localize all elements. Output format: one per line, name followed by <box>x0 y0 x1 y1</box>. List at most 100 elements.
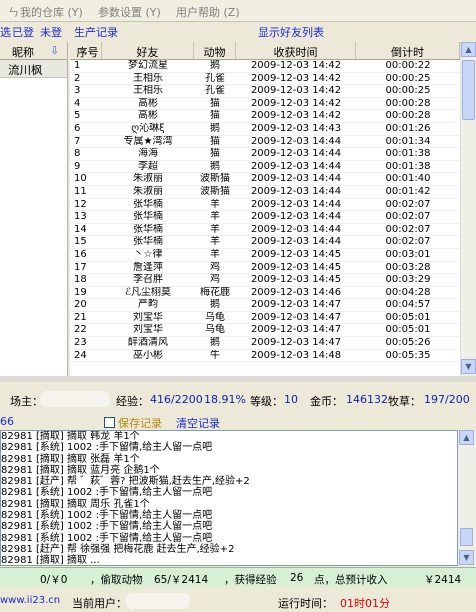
log-scroll-up-icon[interactable]: ▲ <box>459 430 474 445</box>
cell-index: 8 <box>74 148 81 160</box>
clear-records-link[interactable]: 清空记录 <box>176 415 220 431</box>
cell-index: 4 <box>74 97 81 109</box>
cell-index: 2 <box>74 72 81 84</box>
cell-harvest-time: 2009-12-03 14:47 <box>250 337 342 349</box>
cell-animal: 鹅 <box>210 122 220 134</box>
cell-index: 21 <box>74 311 87 323</box>
nickname-header[interactable]: 昵称 ⇩ <box>0 42 67 60</box>
sort-down-arrow-icon[interactable]: ⇩ <box>50 44 59 57</box>
log-line: 82981 [摘取] 摘取 张磊 羊1个 <box>1 453 140 465</box>
menu-item-help[interactable]: 用户帮助 (Z) <box>176 4 240 20</box>
filter-not-logged-in[interactable]: 未登 <box>40 24 62 40</box>
stats-e: 26 <box>290 572 304 584</box>
cell-harvest-time: 2009-12-03 14:45 <box>250 248 342 260</box>
scroll-thumb[interactable] <box>462 60 475 120</box>
col-animal-header[interactable]: 动物 <box>194 42 236 59</box>
status-bar: 场主： 经验： 416/2200 18.91% 等级： 10 金币： 14613… <box>0 384 476 414</box>
table-row[interactable]: 17 詹逢萍 鸡 2009-12-03 14:45 00:03:28 <box>70 262 460 275</box>
filter-logged-in[interactable]: 已登 <box>12 24 34 40</box>
cell-harvest-time: 2009-12-03 14:44 <box>250 211 342 223</box>
log-scrollbar[interactable]: ▲ ▼ <box>458 430 476 566</box>
table-row[interactable]: 2 王相乐 孔雀 2009-12-03 14:42 00:00:25 <box>70 73 460 86</box>
production-records-link[interactable]: 生产记录 <box>74 24 118 40</box>
menu-item-warehouse[interactable]: 我的仓库 (Y) <box>20 4 83 20</box>
site-url[interactable]: www.ii23.cn <box>0 595 60 606</box>
filter-select[interactable]: 选 <box>0 24 11 40</box>
menu-item-unknown[interactable]: ㄣ <box>8 4 19 20</box>
cell-friend: 王相乐 <box>133 72 163 84</box>
cell-index: 16 <box>74 248 87 260</box>
cell-friend: 张华楠 <box>133 223 163 235</box>
save-records-label[interactable]: 保存记录 <box>118 415 162 431</box>
friends-list-title[interactable]: 显示好友列表 <box>258 24 324 40</box>
log-scroll-down-icon[interactable]: ▼ <box>459 550 474 565</box>
cell-animal: 孔雀 <box>205 72 225 84</box>
table-row[interactable]: 16 丶☆律 羊 2009-12-03 14:45 00:03:01 <box>70 249 460 262</box>
table-row[interactable]: 5 高彬 猫 2009-12-03 14:42 00:00:28 <box>70 110 460 123</box>
col-friend-header[interactable]: 好友 <box>102 42 194 59</box>
table-row[interactable]: 3 王相乐 孔雀 2009-12-03 14:42 00:00:25 <box>70 85 460 98</box>
cell-index: 11 <box>74 185 87 197</box>
cell-countdown: 00:01:34 <box>385 135 431 147</box>
cell-harvest-time: 2009-12-03 14:44 <box>250 223 342 235</box>
cell-countdown: 00:05:35 <box>385 349 431 361</box>
table-row[interactable]: 9 李超 鹅 2009-12-03 14:44 00:01:38 <box>70 161 460 174</box>
table-row[interactable]: 14 张华楠 羊 2009-12-03 14:44 00:02:07 <box>70 224 460 237</box>
table-row[interactable]: 7 专属★湾湾 猫 2009-12-03 14:44 00:01:34 <box>70 136 460 149</box>
gold-value: 146132 <box>346 393 388 406</box>
cell-countdown: 00:05:26 <box>385 337 431 349</box>
cell-index: 6 <box>74 122 81 134</box>
gold-label: 金币： <box>310 395 343 408</box>
log-line: 82981 [系统] 1002 :手下留情,给主人留一点吧 <box>1 510 213 522</box>
scroll-up-icon[interactable]: ▲ <box>461 42 476 57</box>
cell-friend: 醉酒清风 <box>128 337 168 349</box>
table-row[interactable]: 8 海海 猫 2009-12-03 14:44 00:01:38 <box>70 148 460 161</box>
table-row[interactable]: 13 张华楠 羊 2009-12-03 14:44 00:02:07 <box>70 211 460 224</box>
table-row[interactable]: 15 张华楠 羊 2009-12-03 14:44 00:02:07 <box>70 236 460 249</box>
cell-animal: 鹅 <box>210 160 220 172</box>
table-row[interactable]: 18 李召胖 鸡 2009-12-03 14:45 00:03:29 <box>70 274 460 287</box>
cell-animal: 乌龟 <box>205 311 225 323</box>
table-row[interactable]: 22 刘宝华 乌龟 2009-12-03 14:47 00:05:01 <box>70 324 460 338</box>
table-row[interactable]: 11 朱淑丽 波斯猫 2009-12-03 14:44 00:01:42 <box>70 186 460 199</box>
exp-value: 416/2200 <box>150 393 203 406</box>
activity-log[interactable]: 82981 [摘取] 摘取 韩龙 羊1个 82981 [系统] 1002 :手下留… <box>0 430 458 566</box>
stats-a: 0/￥0 <box>40 574 68 586</box>
cell-countdown: 00:01:26 <box>385 122 431 134</box>
table-row[interactable]: 21 刘宝华 乌龟 2009-12-03 14:47 00:05:01 <box>70 312 460 325</box>
cell-index: 23 <box>74 337 87 349</box>
table-row[interactable]: 12 张华楠 羊 2009-12-03 14:44 00:02:07 <box>70 199 460 212</box>
grid-horizontal-scrollbar[interactable] <box>0 376 476 382</box>
cell-animal: 鹅 <box>210 299 220 311</box>
table-row[interactable]: 19 ℰ凡尘栩莫 梅花鹿 2009-12-03 14:46 00:04:28 <box>70 287 460 300</box>
log-scroll-thumb[interactable] <box>460 528 473 546</box>
scroll-down-icon[interactable]: ▼ <box>461 359 476 374</box>
table-row[interactable]: 1 梦幻流星 鹅 2009-12-03 14:42 00:00:22 <box>70 60 460 73</box>
cell-harvest-time: 2009-12-03 14:47 <box>250 324 342 336</box>
cell-harvest-time: 2009-12-03 14:44 <box>250 185 342 197</box>
table-row[interactable]: 23 醉酒清风 鹅 2009-12-03 14:47 00:05:26 <box>70 337 460 350</box>
log-count: 66 <box>0 415 14 428</box>
table-row[interactable]: 10 朱淑丽 波斯猫 2009-12-03 14:44 00:01:40 <box>70 173 460 186</box>
cell-index: 19 <box>74 286 87 298</box>
save-records-checkbox[interactable] <box>104 417 115 428</box>
table-row[interactable]: 20 严畇 鹅 2009-12-03 14:47 00:04:57 <box>70 299 460 312</box>
col-index-header[interactable]: 序号 <box>70 42 102 59</box>
grid-header: 序号 好友 动物 收获时间 倒计时 <box>70 42 460 60</box>
cell-countdown: 00:02:07 <box>385 223 431 235</box>
col-countdown-header[interactable]: 倒计时 <box>356 42 460 59</box>
cell-index: 15 <box>74 236 87 248</box>
stats-d: ，获得经验 <box>224 574 277 586</box>
selected-user[interactable]: 流川枫 <box>0 60 67 78</box>
cell-countdown: 00:03:29 <box>385 274 431 286</box>
cell-animal: 羊 <box>210 223 220 235</box>
cell-animal: 孔雀 <box>205 85 225 97</box>
cell-harvest-time: 2009-12-03 14:44 <box>250 160 342 172</box>
col-harvest-time-header[interactable]: 收获时间 <box>236 42 356 59</box>
table-row[interactable]: 6 ღ沁琳ξ 鹅 2009-12-03 14:43 00:01:26 <box>70 123 460 136</box>
grid-vertical-scrollbar[interactable]: ▲ ▼ <box>460 42 476 376</box>
table-row[interactable]: 24 巫小彬 牛 2009-12-03 14:48 00:05:35 <box>70 350 460 363</box>
cell-countdown: 00:02:07 <box>385 211 431 223</box>
menu-item-settings[interactable]: 参数设置 (Y) <box>98 4 161 20</box>
table-row[interactable]: 4 高彬 猫 2009-12-03 14:42 00:00:28 <box>70 98 460 111</box>
